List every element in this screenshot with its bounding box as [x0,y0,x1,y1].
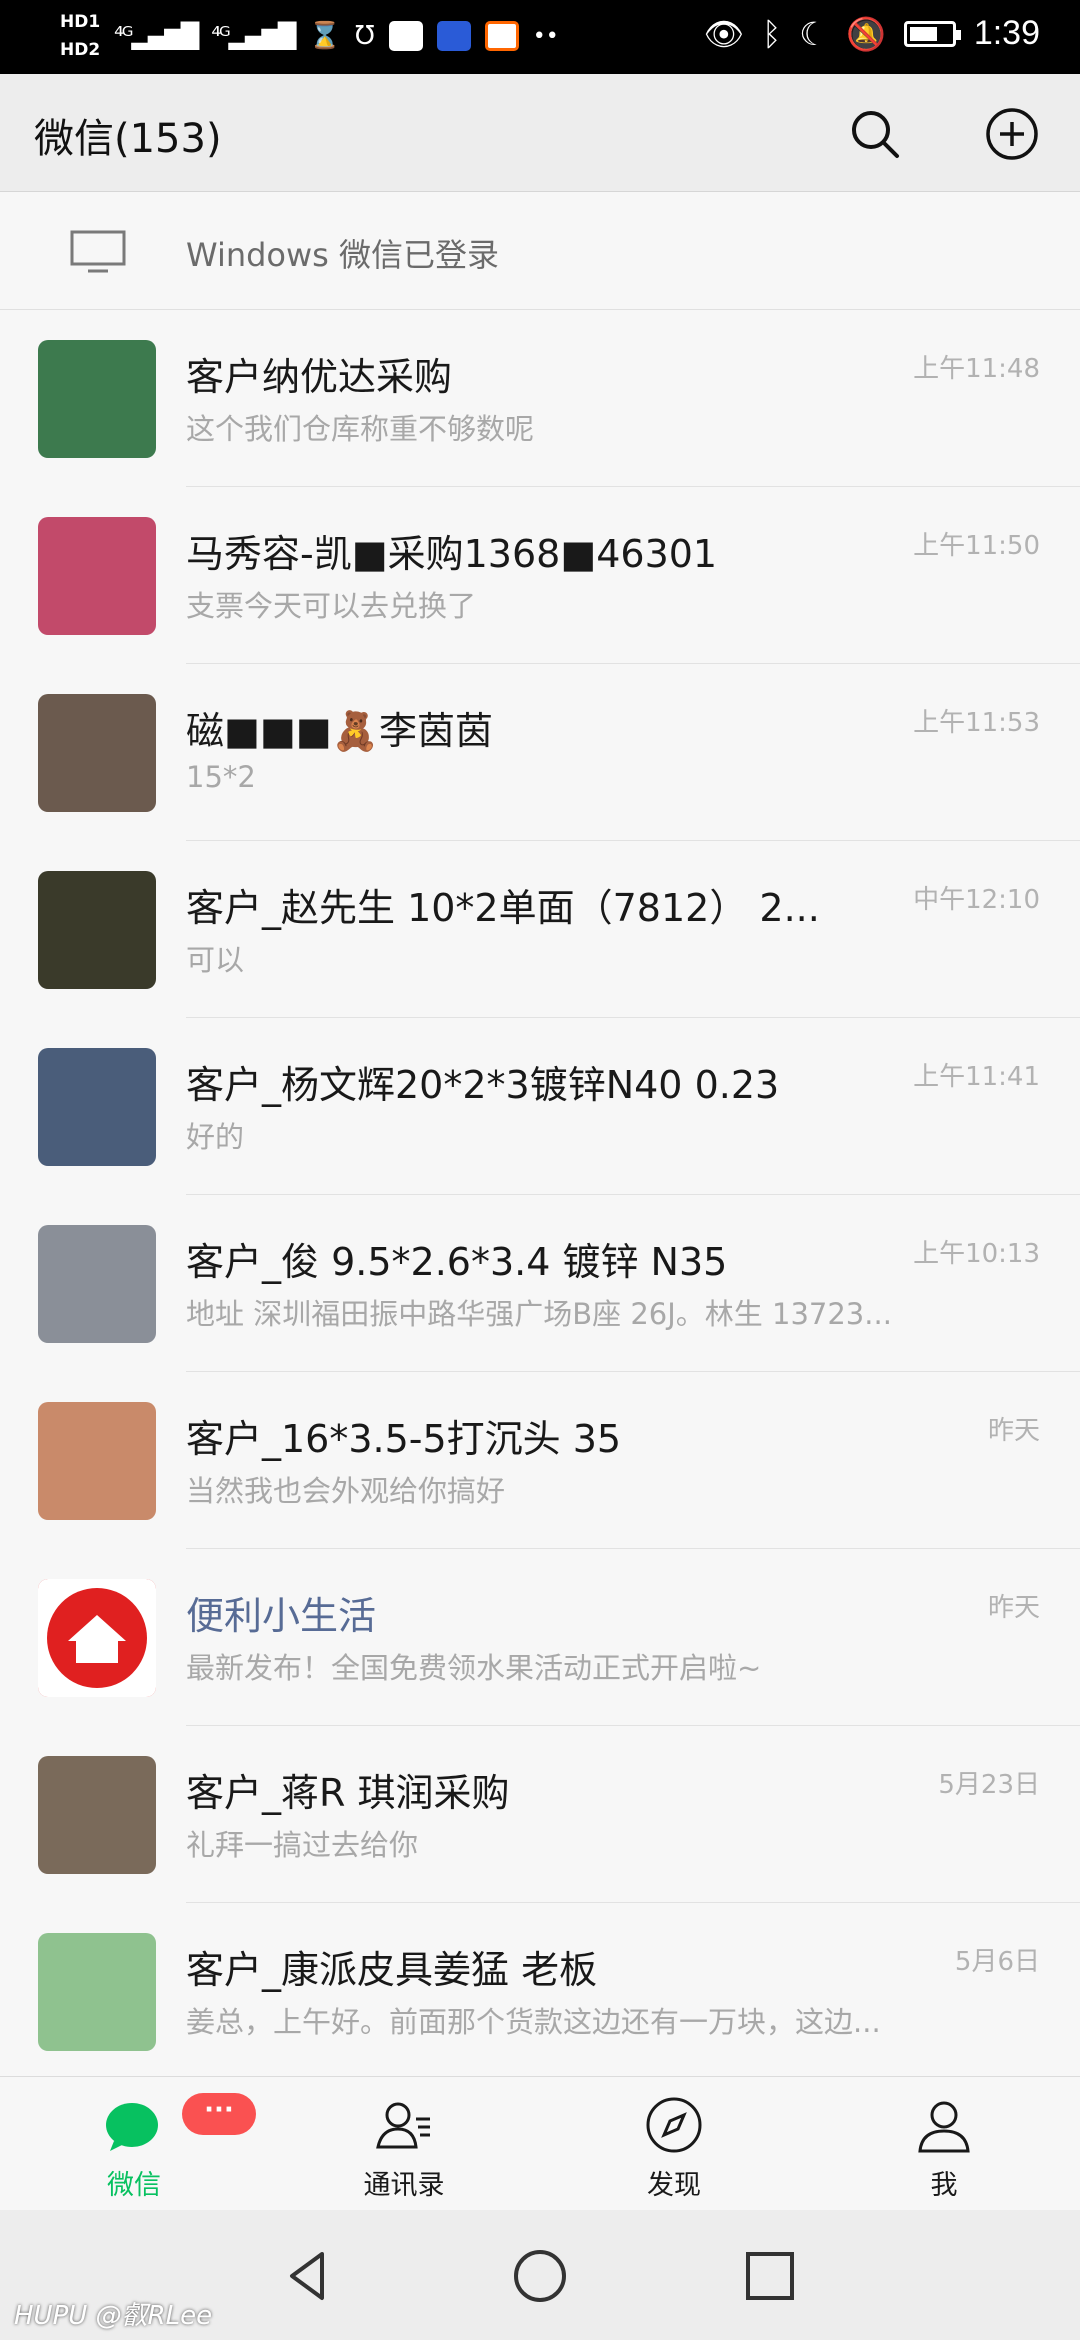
chat-name: 客户_蒋R 琪润采购 [186,1771,510,1815]
chat-last-message: 最新发布！全国免费领水果活动正式开启啦~ [186,1651,762,1685]
monitor-icon [70,230,126,273]
title-bar: 微信(153) [0,74,1080,192]
chat-row[interactable]: 客户_16*3.5-5打沉头 35 当然我也会外观给你搞好 昨天 [0,1372,1080,1549]
chat-name: 便利小生活 [186,1594,377,1638]
status-left: HD1 HD2 ⁴ᴳ▂▄▆█ ⁴ᴳ▂▄▆█ ⌛ Ʊ •• [60,8,559,64]
chat-bubble-icon [106,2103,158,2151]
hourglass-icon: ⌛ [308,21,341,51]
recents-icon[interactable] [740,2246,800,2306]
chat-time: 上午11:41 [913,1062,1040,1092]
chat-last-message: 地址 深圳福田振中路华强广场B座 26J。林生 13723... [186,1297,892,1331]
chat-time: 昨天 [987,1593,1040,1623]
battery-icon [903,20,961,47]
windows-login-banner[interactable]: Windows 微信已登录 [0,192,1080,310]
avatar[interactable] [38,1933,156,2051]
huawei-app-icon [388,21,423,51]
app-icon: Ʊ [354,21,375,51]
avatar[interactable] [38,871,156,989]
chat-time: 5月6日 [954,1947,1040,1977]
official-account-avatar[interactable] [38,1579,156,1697]
chat-last-message: 这个我们仓库称重不够数呢 [186,412,535,446]
tab-contacts-label: 通讯录 [363,2170,445,2201]
more-dots-icon: •• [532,23,559,49]
chat-last-message: 可以 [186,943,245,977]
hd-indicator: HD1 HD2 [60,8,100,64]
status-bar: HD1 HD2 ⁴ᴳ▂▄▆█ ⁴ᴳ▂▄▆█ ⌛ Ʊ •• 👁 ᛒ ☾ 🔕 1:3… [0,0,1080,74]
chat-list[interactable]: 客户纳优达采购这个我们仓库称重不够数呢 上午11:48 马秀容-凯■采购1368■4… [0,310,1080,2076]
avatar[interactable] [38,517,156,635]
chat-row[interactable]: 客户_赵先生 10*2单面（7812） 2... 可以 中午12:10 [0,841,1080,1018]
compass-icon [646,2097,702,2153]
avatar[interactable] [38,1402,156,1520]
chat-row[interactable]: 客户_蒋R 琪润采购礼拜一搞过去给你 5月23日 [0,1726,1080,1903]
chat-last-message: 15*2 [186,760,256,794]
avatar[interactable] [38,694,156,812]
chat-name: 客户纳优达采购 [186,355,453,399]
avatar[interactable] [38,1225,156,1343]
chat-row[interactable]: 便利小生活最新发布！全国免费领水果活动正式开启啦~ 昨天 [0,1549,1080,1726]
chat-last-message: 好的 [186,1120,245,1154]
signal-icon: ⁴ᴳ▂▄▆█ [114,22,199,50]
store-app-icon [436,21,471,51]
chat-last-message: 当然我也会外观给你搞好 [186,1474,506,1508]
contacts-icon [376,2102,430,2149]
tab-contacts[interactable]: 通讯录 [304,2077,504,2211]
tab-me[interactable]: 我 [844,2077,1044,2211]
chat-row[interactable]: 客户_杨文辉20*2*3镀锌N40 0.23 好的 上午11:41 [0,1018,1080,1195]
tab-discover[interactable]: 发现 [574,2077,774,2211]
chat-name: 马秀容-凯■采购1368■46301 [186,532,718,576]
chat-row[interactable]: 客户纳优达采购这个我们仓库称重不够数呢 上午11:48 [0,310,1080,487]
chat-row[interactable]: 马秀容-凯■采购1368■46301 支票今天可以去兑换了 上午11:50 [0,487,1080,664]
didi-app-icon [484,21,519,51]
chat-name: 客户_16*3.5-5打沉头 35 [186,1417,622,1461]
chat-name: 客户_赵先生 10*2单面（7812） 2... [186,886,820,930]
tab-chats-label: 微信 [107,2170,161,2201]
tab-me-label: 我 [930,2170,958,2201]
windows-login-text: Windows 微信已登录 [186,236,500,274]
signal-icon-2: ⁴ᴳ▂▄▆█ [211,22,296,50]
tab-discover-label: 发现 [647,2170,701,2201]
chat-time: 5月23日 [938,1770,1040,1800]
avatar[interactable] [38,1048,156,1166]
chat-name: 客户_杨文辉20*2*3镀锌N40 0.23 [186,1063,780,1107]
page-title: 微信(153) [34,116,222,162]
chat-time: 上午10:13 [913,1239,1040,1269]
bluetooth-icon: ᛒ [762,14,782,53]
avatar[interactable] [38,340,156,458]
back-icon[interactable] [278,2246,338,2306]
chat-name: 磁■■■🧸李茵茵 [186,709,494,753]
clock: 1:39 [973,14,1040,52]
avatar[interactable] [38,1756,156,1874]
bottom-nav: ··· 微信 通讯录 发现 我 [0,2076,1080,2210]
watermark: HUPU @叡RLee [14,2301,213,2331]
person-icon [918,2101,970,2153]
android-nav-bar: HUPU @叡RLee [0,2210,1080,2340]
home-icon[interactable] [510,2246,570,2306]
unread-badge: ··· [182,2093,256,2135]
chat-last-message: 礼拜一搞过去给你 [186,1828,419,1862]
eye-icon: 👁 [703,14,745,53]
chat-name: 客户_俊 9.5*2.6*3.4 镀锌 N35 [186,1240,728,1284]
house-logo-icon [38,1579,156,1697]
chat-time: 昨天 [987,1416,1040,1446]
tab-chats[interactable]: ··· 微信 [34,2077,256,2211]
chat-name: 客户_康派皮具姜猛 老板 [186,1948,598,1992]
chat-time: 中午12:10 [913,885,1040,915]
status-right: 👁 ᛒ ☾ 🔕 1:39 [703,14,1040,53]
hd2-label: HD2 [60,40,101,60]
chat-time: 上午11:48 [913,354,1040,384]
chat-last-message: 支票今天可以去兑换了 [186,589,477,623]
chat-row[interactable]: 客户_康派皮具姜猛 老板姜总，上午好。前面那个货款这边还有一万块，这边... 5月… [0,1903,1080,2076]
bell-off-icon: 🔕 [845,14,886,53]
add-circle-icon[interactable] [982,104,1042,164]
search-icon[interactable] [845,104,905,164]
chat-last-message: 姜总，上午好。前面那个货款这边还有一万块，这边... [186,2005,881,2039]
moon-icon: ☾ [799,14,828,53]
chat-time: 上午11:53 [913,708,1040,738]
chat-row[interactable]: 磁■■■🧸李茵茵 15*2 上午11:53 [0,664,1080,841]
hd1-label: HD1 [60,12,101,32]
chat-row[interactable]: 客户_俊 9.5*2.6*3.4 镀锌 N35 地址 深圳福田振中路华强广场B座 … [0,1195,1080,1372]
chat-time: 上午11:50 [913,531,1040,561]
